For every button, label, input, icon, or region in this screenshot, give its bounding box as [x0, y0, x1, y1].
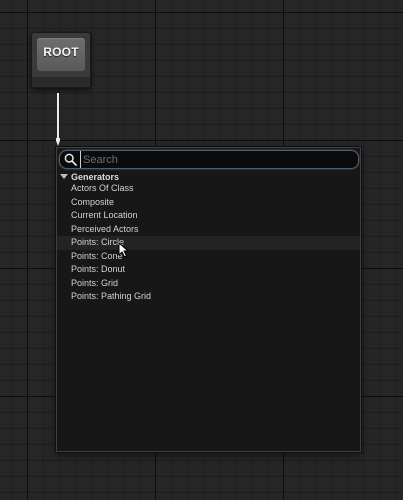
root-node-header: ROOT: [37, 38, 85, 71]
triangle-down-icon[interactable]: [60, 174, 68, 179]
list-item-points-circle[interactable]: Points: Circle: [57, 236, 360, 250]
list-item-current-location[interactable]: Current Location: [57, 209, 360, 223]
list-item-composite[interactable]: Composite: [57, 196, 360, 210]
list-item-points-donut[interactable]: Points: Donut: [57, 263, 360, 277]
root-node-label: ROOT: [43, 45, 79, 59]
generator-list: Actors Of Class Composite Current Locati…: [57, 182, 360, 304]
root-node[interactable]: ROOT: [31, 32, 91, 88]
list-item-actors-of-class[interactable]: Actors Of Class: [57, 182, 360, 196]
mouse-pointer-icon: [118, 242, 129, 258]
root-node-output-pin[interactable]: [32, 77, 90, 87]
list-item-points-cone[interactable]: Points: Cone: [57, 250, 360, 264]
search-input[interactable]: [80, 151, 353, 168]
node-context-menu: Generators Actors Of Class Composite Cur…: [56, 147, 361, 452]
search-icon: [64, 153, 77, 166]
arrow-down-icon: [56, 93, 60, 146]
list-item-points-grid[interactable]: Points: Grid: [57, 277, 360, 291]
category-label: Generators: [71, 171, 120, 182]
list-item-perceived-actors[interactable]: Perceived Actors: [57, 223, 360, 237]
list-item-points-pathing-grid[interactable]: Points: Pathing Grid: [57, 290, 360, 304]
search-box[interactable]: [59, 150, 359, 169]
